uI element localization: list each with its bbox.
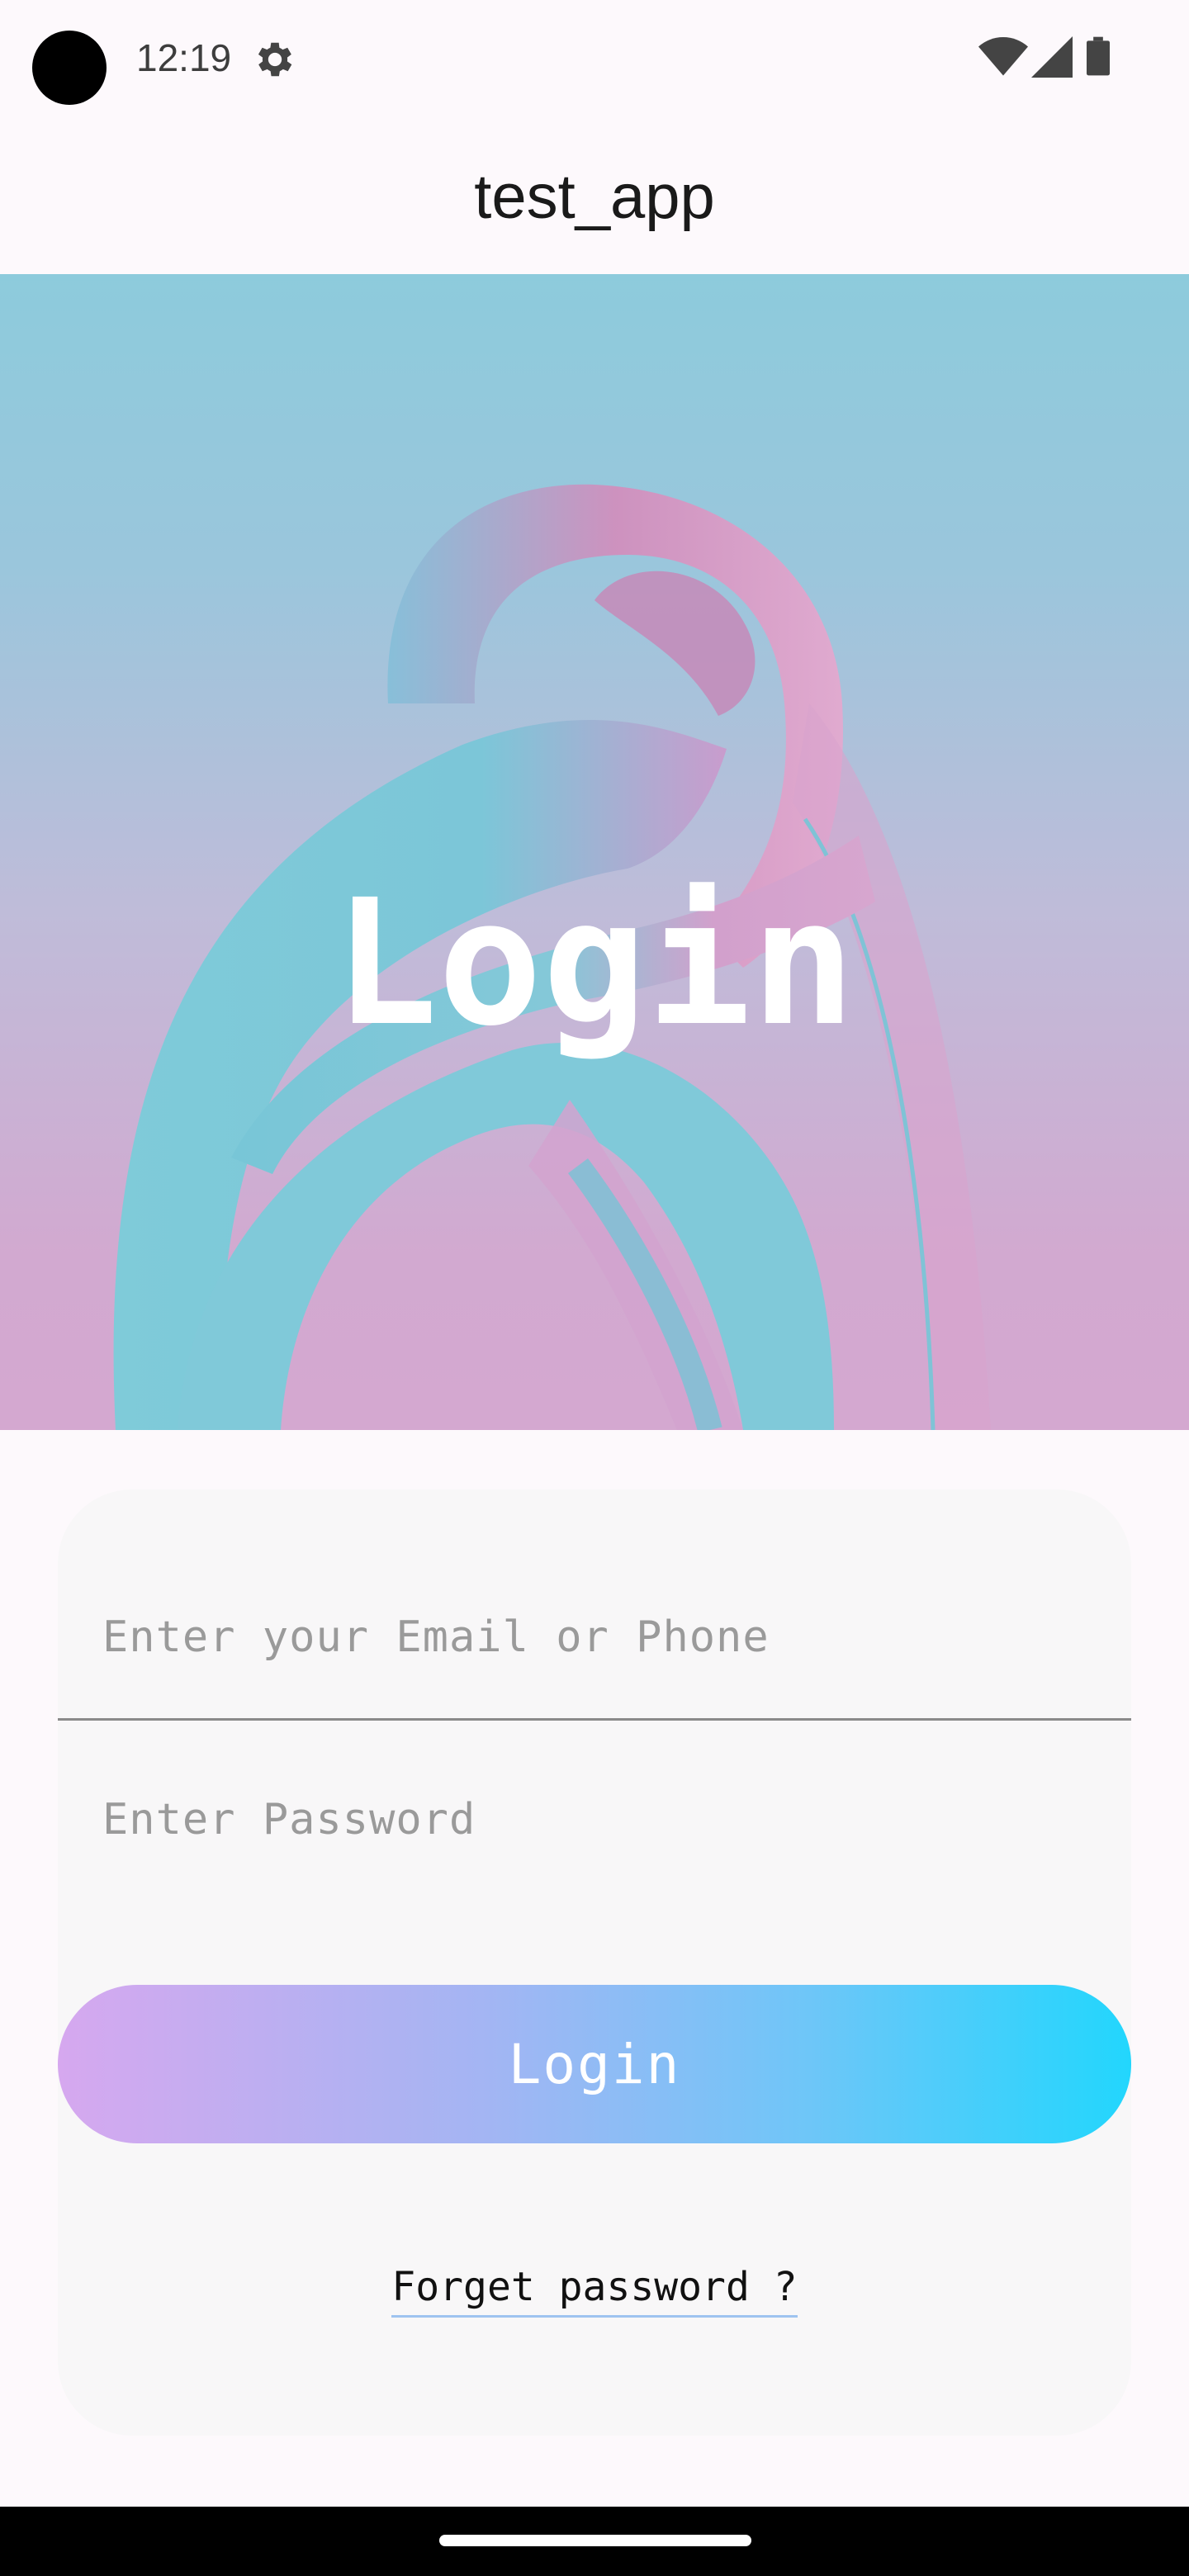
- status-bar: 12:19: [0, 0, 1189, 116]
- home-indicator[interactable]: [439, 2535, 751, 2546]
- app-bar: test_app: [0, 116, 1189, 274]
- email-input[interactable]: [58, 1556, 1131, 1718]
- password-field-container: [58, 1737, 1131, 1902]
- camera-cutout: [32, 31, 107, 105]
- wifi-icon: [978, 37, 1028, 76]
- abstract-ribbon-art: [113, 484, 991, 1430]
- hero-banner: Login: [0, 274, 1189, 1430]
- login-screen: 12:19 test_app Login Enter your Email or…: [0, 0, 1189, 2576]
- gear-icon: [258, 42, 292, 77]
- app-title: test_app: [474, 162, 715, 232]
- battery-icon: [1087, 36, 1110, 76]
- password-input[interactable]: [58, 1737, 1131, 1902]
- login-form-card: Login Forget password ?: [58, 1489, 1131, 2436]
- cell-signal-icon: [1031, 36, 1073, 78]
- hero-title: Login: [333, 862, 856, 1064]
- status-time: 12:19: [136, 36, 232, 79]
- forget-password-link[interactable]: Forget password ?: [391, 2264, 798, 2318]
- forget-password-container: Forget password ?: [58, 2264, 1131, 2318]
- email-field-container: [58, 1556, 1131, 1721]
- login-button[interactable]: Login: [58, 1985, 1131, 2143]
- navigation-bar: [0, 2507, 1189, 2576]
